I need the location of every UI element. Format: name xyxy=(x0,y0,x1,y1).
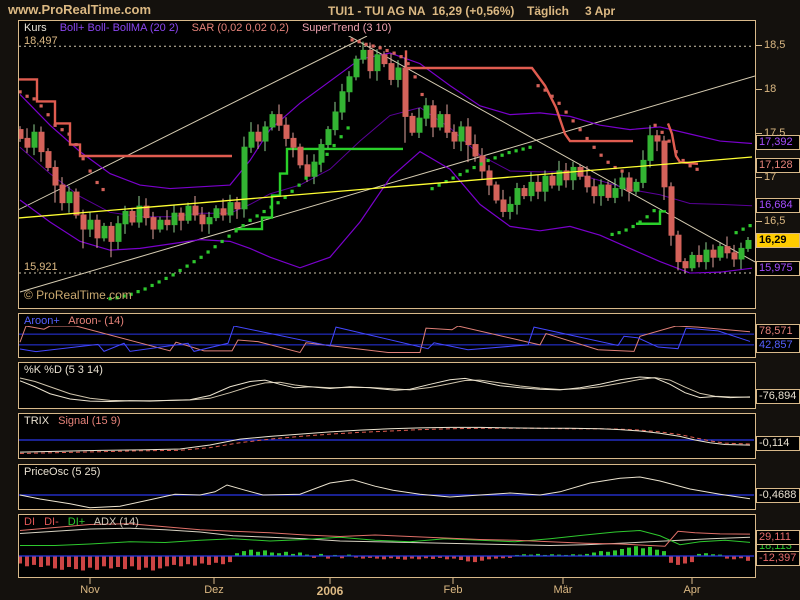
scale-value-box: 16,684 xyxy=(756,198,800,213)
main-legend: Kurs Boll+ Boll- BollMA (20 2) SAR (0,02… xyxy=(24,22,401,34)
date-label: 3 Apr xyxy=(585,5,615,17)
last-quote: 16,29 (+0,56%) xyxy=(432,5,514,17)
prorealtime-chart-window: { "header": { "site": "www.ProRealTime.c… xyxy=(0,0,800,600)
scale-value-box: -0,4688 xyxy=(756,488,800,503)
priceosc-panel[interactable] xyxy=(18,464,756,510)
trix-signal-label[interactable]: Signal (15 9) xyxy=(58,415,120,427)
low-extreme-label: 15,921 xyxy=(24,261,58,273)
adx-label[interactable]: ADX (14) xyxy=(94,516,139,528)
bollinger-legend[interactable]: Boll+ Boll- BollMA (20 2) xyxy=(60,22,179,34)
scale-value-box: -0,114 xyxy=(756,436,800,451)
time-axis-label: Mär xyxy=(554,584,573,596)
time-axis-label: 2006 xyxy=(317,584,344,598)
timeframe-label: Täglich xyxy=(527,5,569,17)
site-logo-link[interactable]: www.ProRealTime.com xyxy=(8,4,151,16)
watermark: © ProRealTime.com xyxy=(24,289,132,301)
di-plus-label[interactable]: DI+ xyxy=(68,516,85,528)
time-axis-label: Nov xyxy=(80,584,100,596)
scale-tick-label: 18 xyxy=(764,83,776,95)
aroon-legend: Aroon+ Aroon- (14) xyxy=(24,315,134,327)
instrument-title: TUI1 - TUI AG NA xyxy=(328,5,426,17)
kurs-label: Kurs xyxy=(24,22,47,34)
stoch-legend[interactable]: %K %D (5 3 14) xyxy=(24,364,103,376)
main-price-panel[interactable] xyxy=(18,20,756,309)
time-axis-label: Dez xyxy=(204,584,224,596)
scale-value-box: -12,397 xyxy=(756,551,800,566)
scale-value-box: 78,571 xyxy=(756,324,800,339)
scale-value-box: 42,857 xyxy=(756,338,800,353)
scale-value-box: -76,894 xyxy=(756,389,800,404)
scale-value-box: 17,392 xyxy=(756,135,800,150)
scale-value-box: 16,29 xyxy=(756,233,800,248)
scale-value-box: 17,128 xyxy=(756,158,800,173)
scale-tick-label: 16,5 xyxy=(764,215,785,227)
supertrend-legend[interactable]: SuperTrend (3 10) xyxy=(302,22,391,34)
scale-value-box: 15,975 xyxy=(756,261,800,276)
sar-legend[interactable]: SAR (0,02 0,02 0,2) xyxy=(192,22,289,34)
stochastic-panel[interactable] xyxy=(18,362,756,409)
time-axis-label: Feb xyxy=(444,584,463,596)
trix-name-label[interactable]: TRIX xyxy=(24,415,49,427)
di-minus-label[interactable]: DI- xyxy=(44,516,59,528)
scale-value-box: 29,111 xyxy=(756,530,800,545)
di-label[interactable]: DI xyxy=(24,516,35,528)
high-extreme-label: 18,497 xyxy=(24,35,58,47)
aroon-plus-label[interactable]: Aroon+ xyxy=(24,315,60,327)
priceosc-legend[interactable]: PriceOsc (5 25) xyxy=(24,466,100,478)
scale-tick-label: 18,5 xyxy=(764,39,785,51)
time-axis-label: Apr xyxy=(683,584,700,596)
di-adx-legend: DI DI- DI+ ADX (14) xyxy=(24,516,149,528)
aroon-minus-label[interactable]: Aroon- (14) xyxy=(68,315,124,327)
trix-legend: TRIX Signal (15 9) xyxy=(24,415,131,427)
